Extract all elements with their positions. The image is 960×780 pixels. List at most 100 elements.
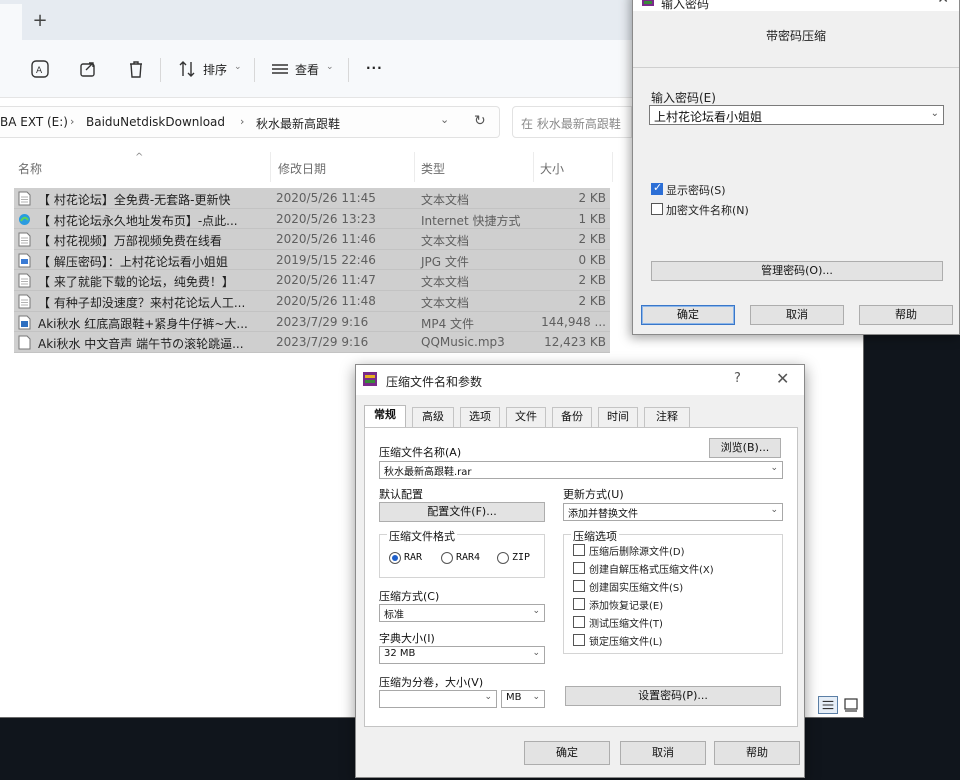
- manage-passwords-button[interactable]: 管理密码(O)...: [651, 261, 943, 281]
- chevron-down-icon[interactable]: ⌄: [532, 692, 540, 702]
- column-header-date[interactable]: 修改日期: [278, 160, 326, 177]
- option-checkbox[interactable]: [573, 598, 585, 610]
- option-label[interactable]: 压缩后删除源文件(D): [589, 543, 685, 558]
- tab-0[interactable]: 常规: [364, 405, 406, 427]
- password-dialog-titlebar[interactable]: 输入密码 ✕: [633, 0, 959, 11]
- split-volume-size-input[interactable]: ⌄: [379, 690, 497, 708]
- column-header-name[interactable]: 名称: [18, 160, 42, 177]
- file-row[interactable]: 【 村花论坛永久地址发布页】-点此... 2020/5/26 13:23 Inter…: [14, 208, 610, 230]
- tiles-view-icon[interactable]: [842, 696, 860, 714]
- password-input[interactable]: 上村花论坛看小姐姐 ⌄: [649, 105, 944, 125]
- breadcrumb-current[interactable]: 秋水最新高跟鞋: [256, 115, 340, 132]
- format-radio-label[interactable]: ZIP: [512, 552, 530, 563]
- file-row[interactable]: 【 村花视频】万部视频免费在线看 2020/5/26 11:46 文本文档 2 KB: [14, 229, 610, 250]
- view-icon[interactable]: [268, 58, 292, 80]
- address-bar[interactable]: BA EXT (E:) › BaiduNetdiskDownload › 秋水最…: [0, 106, 500, 138]
- close-icon[interactable]: ✕: [937, 0, 949, 7]
- tab-6[interactable]: 注释: [644, 407, 690, 427]
- format-radio-label[interactable]: RAR4: [456, 552, 480, 563]
- chevron-down-icon[interactable]: ⌄: [770, 463, 778, 473]
- file-row[interactable]: 【 来了就能下载的论坛，纯免费！】 2020/5/26 11:47 文本文档 2 KB: [14, 270, 610, 291]
- show-password-label[interactable]: 显示密码(S): [666, 182, 726, 198]
- option-checkbox[interactable]: [573, 562, 585, 574]
- column-header-size[interactable]: 大小: [540, 160, 564, 177]
- encrypt-names-label[interactable]: 加密文件名称(N): [666, 202, 749, 218]
- view-button[interactable]: 查看: [295, 61, 319, 78]
- ok-button[interactable]: 确定: [524, 741, 610, 765]
- option-label[interactable]: 测试压缩文件(T): [589, 615, 663, 630]
- text-file-icon: [18, 273, 31, 288]
- format-radio-1[interactable]: [441, 552, 453, 564]
- file-row[interactable]: 【 村花论坛】全免费-无套路-更新快 2020/5/26 11:45 文本文档 2 K…: [14, 188, 610, 209]
- breadcrumb-folder[interactable]: BaiduNetdiskDownload: [86, 115, 225, 129]
- search-input[interactable]: 在 秋水最新高跟鞋: [512, 106, 632, 138]
- ok-button[interactable]: 确定: [641, 305, 735, 325]
- update-mode-select[interactable]: 添加并替换文件 ⌄: [563, 503, 783, 521]
- file-row[interactable]: 【 有种子却没速度？来村花论坛人工... 2020/5/26 11:48 文本文档 2…: [14, 290, 610, 312]
- help-icon[interactable]: ?: [734, 371, 741, 386]
- password-dialog-title: 输入密码: [661, 0, 710, 11]
- tab-1[interactable]: 高级: [412, 407, 454, 427]
- format-radio-0[interactable]: [389, 552, 401, 564]
- chevron-down-icon[interactable]: ⌄: [770, 505, 778, 515]
- cancel-button[interactable]: 取消: [620, 741, 706, 765]
- compression-method-select[interactable]: 标准 ⌄: [379, 604, 545, 622]
- tab-2[interactable]: 选项: [460, 407, 500, 427]
- option-label[interactable]: 添加恢复记录(E): [589, 597, 663, 612]
- file-name: Aki秋水 中文音声 端午节の滚轮跳逼...: [38, 337, 244, 352]
- browse-button[interactable]: 浏览(B)...: [709, 438, 781, 458]
- show-password-checkbox[interactable]: [651, 181, 663, 195]
- tab-5[interactable]: 时间: [598, 407, 638, 427]
- option-checkbox[interactable]: [573, 634, 585, 646]
- delete-icon[interactable]: [124, 58, 148, 80]
- tab-current[interactable]: [0, 4, 22, 40]
- chevron-right-icon[interactable]: ›: [240, 115, 244, 128]
- archive-dialog-titlebar[interactable]: 压缩文件名和参数 ? ✕: [356, 365, 804, 395]
- split-volume-unit-select[interactable]: MB ⌄: [501, 690, 545, 708]
- profiles-button[interactable]: 配置文件(F)...: [379, 502, 545, 522]
- dictionary-size-select[interactable]: 32 MB ⌄: [379, 646, 545, 664]
- archive-format-label: 压缩文件格式: [387, 528, 457, 544]
- file-row[interactable]: 【 解压密码】：上村花论坛看小姐姐 2019/5/15 22:46 JPG 文件 0 …: [14, 249, 610, 271]
- refresh-icon[interactable]: ↻: [474, 113, 486, 129]
- chevron-right-icon[interactable]: ›: [70, 115, 74, 128]
- column-divider[interactable]: [414, 152, 415, 182]
- chevron-down-icon[interactable]: ⌄: [532, 606, 540, 616]
- format-radio-label[interactable]: RAR: [404, 552, 422, 563]
- sort-icon[interactable]: [176, 58, 200, 80]
- chevron-down-icon[interactable]: ⌄: [931, 108, 939, 119]
- chevron-down-icon[interactable]: ⌄: [484, 692, 492, 702]
- option-label[interactable]: 锁定压缩文件(L): [589, 633, 662, 648]
- column-header-type[interactable]: 类型: [421, 160, 445, 177]
- ai-icon[interactable]: A: [28, 58, 52, 80]
- tab-4[interactable]: 备份: [552, 407, 592, 427]
- tab-3[interactable]: 文件: [506, 407, 546, 427]
- help-button[interactable]: 帮助: [714, 741, 800, 765]
- address-history-chevron-icon[interactable]: ⌄: [440, 113, 449, 126]
- option-checkbox[interactable]: [573, 616, 585, 628]
- encrypt-names-checkbox[interactable]: [651, 203, 663, 215]
- share-icon[interactable]: [76, 58, 100, 80]
- close-icon[interactable]: ✕: [776, 369, 789, 388]
- sort-button[interactable]: 排序: [203, 61, 227, 78]
- option-label[interactable]: 创建自解压格式压缩文件(X): [589, 561, 714, 576]
- file-row[interactable]: Aki秋水 中文音声 端午节の滚轮跳逼... 2023/7/29 9:16 QQMu…: [14, 332, 610, 353]
- column-divider[interactable]: [533, 152, 534, 182]
- help-button[interactable]: 帮助: [859, 305, 953, 325]
- option-checkbox[interactable]: [573, 544, 585, 556]
- file-row[interactable]: Aki秋水 红底高跟鞋+紧身牛仔裤~大... 2023/7/29 9:16 MP4 …: [14, 311, 610, 333]
- archive-name-input[interactable]: 秋水最新高跟鞋.rar ⌄: [379, 461, 783, 479]
- chevron-down-icon[interactable]: ⌄: [532, 648, 540, 658]
- option-label[interactable]: 创建固实压缩文件(S): [589, 579, 683, 594]
- option-checkbox[interactable]: [573, 580, 585, 592]
- format-radio-2[interactable]: [497, 552, 509, 564]
- set-password-button[interactable]: 设置密码(P)...: [565, 686, 781, 706]
- details-view-icon[interactable]: [818, 696, 838, 714]
- cancel-button[interactable]: 取消: [750, 305, 844, 325]
- new-tab-button[interactable]: +: [26, 8, 54, 34]
- column-divider[interactable]: [612, 152, 613, 182]
- file-size: 2 KB: [578, 191, 606, 205]
- more-options-button[interactable]: ···: [366, 61, 383, 75]
- column-divider[interactable]: [270, 152, 271, 182]
- breadcrumb-drive[interactable]: BA EXT (E:): [0, 115, 68, 129]
